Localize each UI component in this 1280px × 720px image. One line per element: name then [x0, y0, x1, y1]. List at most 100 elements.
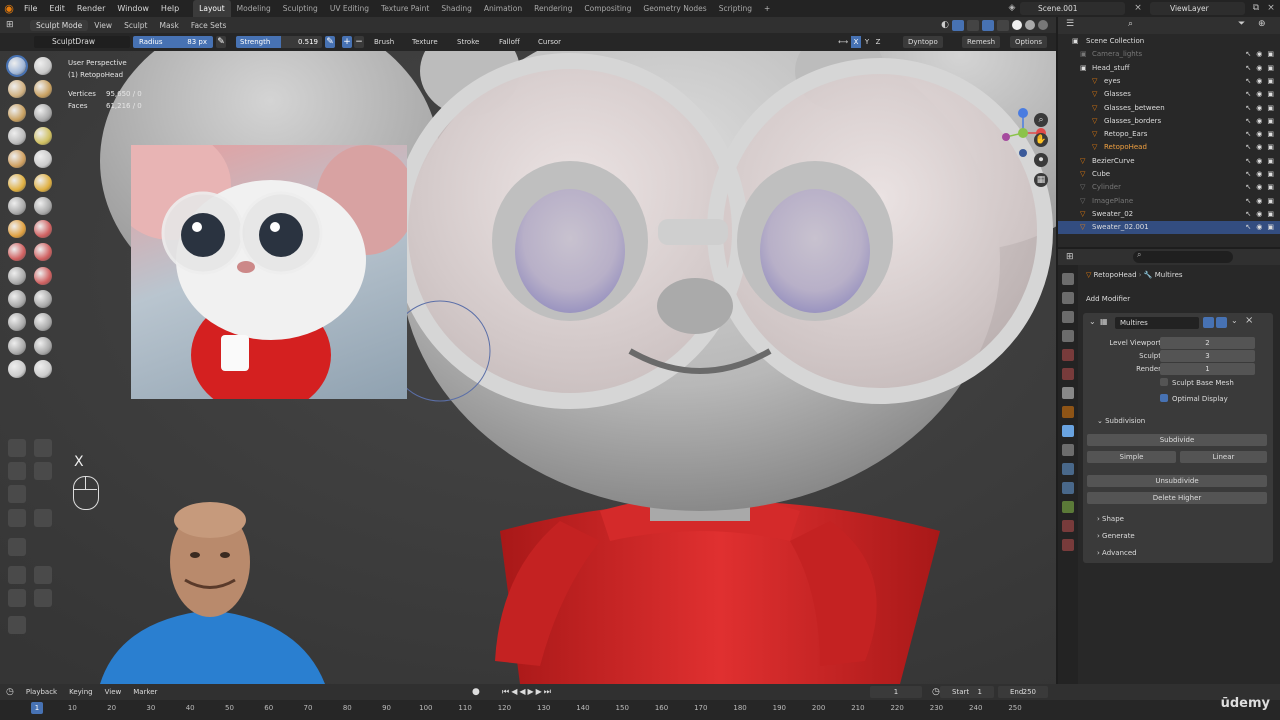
- selectable-arrow-icon[interactable]: ↖: [1245, 168, 1251, 181]
- tool-draw-face-sets-icon[interactable]: [34, 359, 52, 378]
- brush-dropdown[interactable]: Brush: [374, 36, 394, 48]
- timeline-editor-icon[interactable]: ◷: [0, 687, 20, 697]
- tool-scrape-icon[interactable]: [8, 196, 26, 215]
- visibility-eye-icon[interactable]: ◉: [1256, 115, 1262, 128]
- tool-pinch-icon[interactable]: [8, 220, 26, 239]
- visibility-eye-icon[interactable]: ◉: [1256, 141, 1262, 154]
- linear-button[interactable]: Linear: [1180, 451, 1267, 463]
- tab-scene-icon[interactable]: [1062, 349, 1074, 361]
- keying-menu[interactable]: Keying: [63, 688, 99, 696]
- tool-slide-relax-icon[interactable]: [8, 313, 26, 332]
- visibility-eye-icon[interactable]: ◉: [1256, 48, 1262, 61]
- tool-fill-icon[interactable]: [34, 173, 52, 192]
- tab-constraints-icon[interactable]: [1062, 482, 1074, 494]
- pan-hand-icon[interactable]: ✋: [1034, 133, 1048, 147]
- viewport-menu-mask[interactable]: Mask: [154, 21, 185, 30]
- optimal-display-checkbox[interactable]: Optimal Display: [1160, 393, 1228, 405]
- falloff-dropdown[interactable]: Falloff: [499, 36, 520, 48]
- direction-add-icon[interactable]: +: [342, 36, 352, 48]
- tab-world-icon[interactable]: [1062, 368, 1074, 380]
- outliner-row-sweater-02-001[interactable]: ▽ Sweater_02.001 ↖ ◉ ▣: [1058, 221, 1280, 235]
- gizmo-toggle-icon[interactable]: [952, 19, 964, 31]
- outliner-row-beziercurve[interactable]: ▽ BezierCurve ↖ ◉ ▣: [1058, 155, 1280, 168]
- tool-thumb-icon[interactable]: [8, 266, 26, 285]
- unsubdivide-button[interactable]: Unsubdivide: [1087, 475, 1267, 487]
- material-shading-icon[interactable]: [1025, 20, 1035, 30]
- mode-selector[interactable]: Sculpt Mode: [30, 19, 89, 31]
- outliner-row-scene-collection[interactable]: ▣ Scene Collection: [1058, 35, 1280, 48]
- wireframe-shading-icon[interactable]: [997, 19, 1009, 31]
- timeline-view-menu[interactable]: View: [99, 688, 128, 696]
- outliner-row-head-stuff[interactable]: ▣ Head_stuff ↖ ◉ ▣: [1058, 62, 1280, 75]
- tab-material-icon[interactable]: [1062, 520, 1074, 532]
- render-camera-icon[interactable]: ▣: [1267, 208, 1274, 221]
- outliner-row-eyes[interactable]: ▽ eyes ↖ ◉ ▣: [1058, 75, 1280, 88]
- tool-clay-thumb-icon[interactable]: [8, 103, 26, 122]
- tab-object-icon[interactable]: [1062, 406, 1074, 418]
- visibility-icon[interactable]: ◐: [941, 20, 949, 30]
- outliner-row-retopo-ears[interactable]: ▽ Retopo_Ears ↖ ◉ ▣: [1058, 128, 1280, 141]
- render-camera-icon[interactable]: ▣: [1267, 75, 1274, 88]
- tab-uv-editing[interactable]: UV Editing: [324, 0, 375, 17]
- outliner-editor-icon[interactable]: ☰: [1066, 19, 1074, 29]
- show-render-icon[interactable]: [1216, 317, 1227, 328]
- current-frame-indicator[interactable]: 1: [31, 702, 43, 714]
- menu-edit[interactable]: Edit: [43, 0, 71, 17]
- texture-dropdown[interactable]: Texture: [412, 36, 438, 48]
- tool-mask-icon[interactable]: [8, 359, 26, 378]
- tab-render-icon[interactable]: [1062, 292, 1074, 304]
- tab-layout[interactable]: Layout: [193, 0, 231, 17]
- tool-scale-icon[interactable]: [8, 589, 26, 607]
- selectable-arrow-icon[interactable]: ↖: [1245, 48, 1251, 61]
- tool-inflate-icon[interactable]: [8, 126, 26, 145]
- tool-layer-icon[interactable]: [34, 103, 52, 122]
- view-layer-selector[interactable]: ViewLayer: [1150, 2, 1245, 15]
- blender-logo-icon[interactable]: ◉: [0, 0, 18, 17]
- render-camera-icon[interactable]: ▣: [1267, 181, 1274, 194]
- menu-file[interactable]: File: [18, 0, 43, 17]
- remesh-dropdown[interactable]: Remesh: [962, 36, 1001, 48]
- tab-output-icon[interactable]: [1062, 311, 1074, 323]
- rendered-shading-icon[interactable]: [1038, 20, 1048, 30]
- tool-multiplane-scrape-icon[interactable]: [34, 196, 52, 215]
- close-scene-icon[interactable]: ×: [1132, 2, 1144, 14]
- add-modifier-button[interactable]: Add Modifier: [1086, 295, 1130, 303]
- visibility-eye-icon[interactable]: ◉: [1256, 155, 1262, 168]
- tool-line-project-icon[interactable]: [8, 485, 26, 503]
- outliner-row-cylinder[interactable]: ▽ Cylinder ↖ ◉ ▣: [1058, 181, 1280, 194]
- tool-annotate-icon[interactable]: [8, 616, 26, 634]
- marker-menu[interactable]: Marker: [127, 688, 163, 696]
- properties-search-input[interactable]: ⌕: [1133, 250, 1233, 263]
- filter-icon[interactable]: ⏷: [1238, 19, 1245, 29]
- render-camera-icon[interactable]: ▣: [1267, 62, 1274, 75]
- tool-elastic-deform-icon[interactable]: [8, 243, 26, 262]
- tool-box-mask-icon[interactable]: [8, 439, 26, 457]
- tab-texture-icon[interactable]: [1062, 539, 1074, 551]
- visibility-eye-icon[interactable]: ◉: [1256, 62, 1262, 75]
- menu-window[interactable]: Window: [111, 0, 155, 17]
- render-camera-icon[interactable]: ▣: [1267, 141, 1274, 154]
- level-viewport-field[interactable]: 2: [1160, 337, 1255, 349]
- close-layer-icon[interactable]: ×: [1265, 2, 1277, 14]
- visibility-eye-icon[interactable]: ◉: [1256, 88, 1262, 101]
- outliner-search-icon[interactable]: ⌕: [1128, 19, 1133, 29]
- solid-shading-icon[interactable]: [1012, 20, 1022, 30]
- selectable-arrow-icon[interactable]: ↖: [1245, 115, 1251, 128]
- outliner-row-camera-lights[interactable]: ▣ Camera_lights ↖ ◉ ▣: [1058, 48, 1280, 61]
- tab-particles-icon[interactable]: [1062, 444, 1074, 456]
- tool-draw-sharp-icon[interactable]: [34, 57, 52, 75]
- render-camera-icon[interactable]: ▣: [1267, 88, 1274, 101]
- tool-boundary-icon[interactable]: [34, 313, 52, 332]
- shape-subpanel[interactable]: › Shape: [1097, 515, 1124, 523]
- viewport-menu-face-sets[interactable]: Face Sets: [185, 21, 233, 30]
- render-camera-icon[interactable]: ▣: [1267, 48, 1274, 61]
- selectable-arrow-icon[interactable]: ↖: [1245, 141, 1251, 154]
- overlays-icon[interactable]: [967, 19, 979, 31]
- collapse-chevron-icon[interactable]: ⌄: [1089, 317, 1096, 326]
- scene-selector[interactable]: Scene.001: [1020, 2, 1125, 15]
- render-camera-icon[interactable]: ▣: [1267, 195, 1274, 208]
- tab-rendering[interactable]: Rendering: [528, 0, 578, 17]
- tool-cloth-filter-icon[interactable]: [34, 509, 52, 527]
- tab-compositing[interactable]: Compositing: [578, 0, 637, 17]
- tool-lasso-mask-icon[interactable]: [34, 439, 52, 457]
